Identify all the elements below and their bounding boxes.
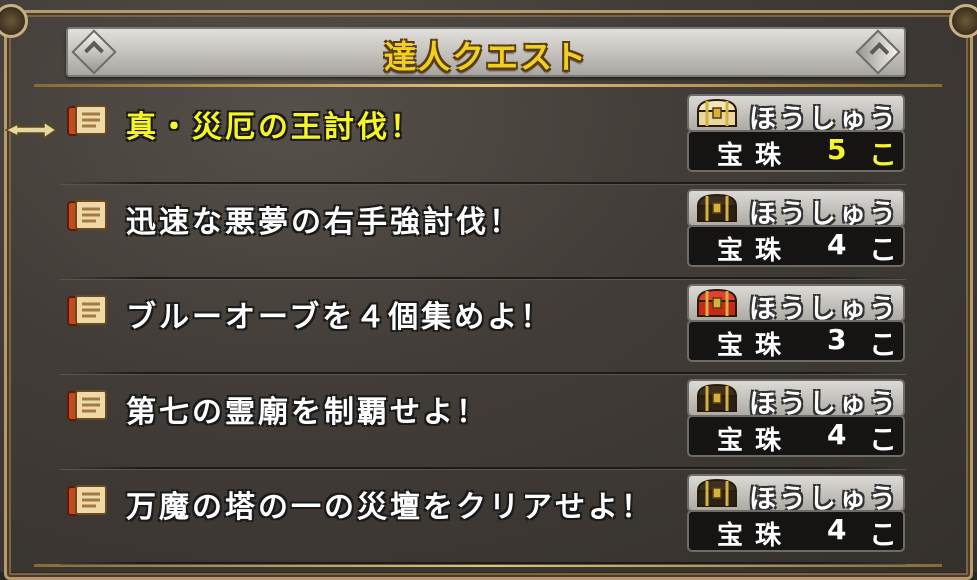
quest-title: 第七の霊廟を制覇せよ！ xyxy=(126,395,489,430)
corner-ornament-icon xyxy=(0,4,28,38)
row-divider xyxy=(60,372,906,374)
row-divider xyxy=(60,277,906,279)
reward-unit: こ xyxy=(869,423,898,456)
gold-rail-bottom xyxy=(34,564,942,567)
reward-box: 宝珠 4 こ xyxy=(687,415,905,457)
title-banner: 達人クエスト xyxy=(66,27,906,77)
quest-row-4[interactable]: 第七の霊廟を制覇せよ！ ほうしゅう 宝珠 4 こ xyxy=(0,375,977,469)
reward-box: 宝珠 3 こ xyxy=(687,320,905,362)
row-divider xyxy=(60,182,906,184)
quest-scroll-icon xyxy=(67,295,107,326)
quest-title: ブルーオーブを４個集めよ！ xyxy=(126,300,554,335)
quest-scroll-icon xyxy=(67,105,107,136)
reward-count: 4 xyxy=(827,418,847,451)
reward-item-name: 宝珠 xyxy=(717,236,794,266)
reward-unit: こ xyxy=(869,233,898,266)
reward-box: 宝珠 4 こ xyxy=(687,225,905,267)
reward-count: 4 xyxy=(827,228,847,261)
reward-header: ほうしゅう xyxy=(687,94,905,135)
reward-item-name: 宝珠 xyxy=(717,141,794,171)
red-chest-icon xyxy=(696,288,738,317)
quest-title: 万魔の塔の一の災壇をクリアせよ！ xyxy=(126,490,654,525)
gold-rail-top xyxy=(34,84,942,87)
black-chest-icon xyxy=(696,193,738,222)
reward-item-name: 宝珠 xyxy=(717,426,794,456)
reward-unit: こ xyxy=(869,328,898,361)
quest-window: 達人クエスト 真・災厄の王討伐！ ほうしゅう 宝珠 5 こ 迅速な悪夢の右手強討… xyxy=(0,0,977,580)
reward-count: 4 xyxy=(827,513,847,546)
reward-unit: こ xyxy=(869,518,898,551)
reward-count: 3 xyxy=(827,323,847,356)
quest-title: 真・災厄の王討伐！ xyxy=(126,110,423,145)
reward-header: ほうしゅう xyxy=(687,284,905,325)
quest-scroll-icon xyxy=(67,485,107,516)
reward-unit: こ xyxy=(869,138,898,171)
reward-header: ほうしゅう xyxy=(687,379,905,420)
row-divider xyxy=(60,562,906,564)
quest-row-3[interactable]: ブルーオーブを４個集めよ！ ほうしゅう 宝珠 3 こ xyxy=(0,280,977,374)
black-chest-icon xyxy=(696,383,738,412)
reward-count: 5 xyxy=(827,133,847,166)
quest-title: 迅速な悪夢の右手強討伐！ xyxy=(126,205,522,240)
black-chest-icon xyxy=(696,478,738,507)
reward-box: 宝珠 5 こ xyxy=(687,130,905,172)
quest-row-5[interactable]: 万魔の塔の一の災壇をクリアせよ！ ほうしゅう 宝珠 4 こ xyxy=(0,470,977,564)
reward-box: 宝珠 4 こ xyxy=(687,510,905,552)
reward-item-name: 宝珠 xyxy=(717,521,794,551)
quest-scroll-icon xyxy=(67,390,107,421)
quest-row-2[interactable]: 迅速な悪夢の右手強討伐！ ほうしゅう 宝珠 4 こ xyxy=(0,185,977,279)
corner-ornament-icon xyxy=(949,4,977,38)
quest-row-1[interactable]: 真・災厄の王討伐！ ほうしゅう 宝珠 5 こ xyxy=(0,90,977,184)
gold-chest-icon xyxy=(696,98,738,127)
selection-cursor-icon xyxy=(4,120,58,140)
reward-header: ほうしゅう xyxy=(687,189,905,230)
page-title: 達人クエスト xyxy=(383,38,588,76)
row-divider xyxy=(60,467,906,469)
reward-header: ほうしゅう xyxy=(687,474,905,515)
quest-scroll-icon xyxy=(67,200,107,231)
reward-item-name: 宝珠 xyxy=(717,331,794,361)
